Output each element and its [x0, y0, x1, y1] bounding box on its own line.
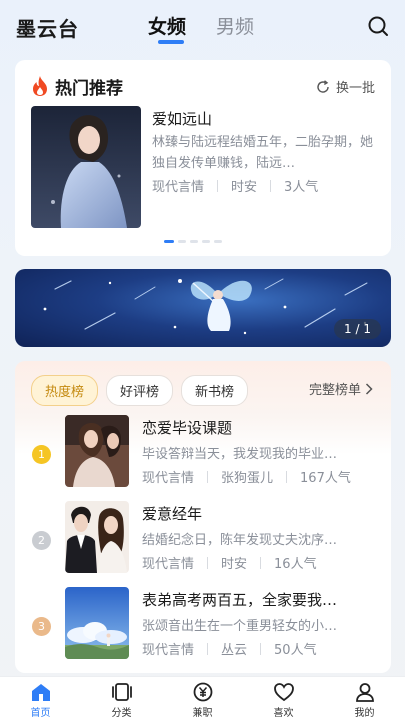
banner-page-counter: 1 / 1	[334, 319, 381, 339]
active-tab-indicator	[158, 40, 184, 44]
ranking-tabs: 热度榜 好评榜 新书榜	[31, 375, 249, 406]
full-ranking-label: 完整榜单	[308, 383, 361, 398]
book-genre: 现代言情	[142, 471, 195, 486]
meta-divider	[260, 642, 262, 655]
meta-divider	[207, 556, 209, 569]
book-desc: 毕设答辩当天，我发现我的毕业…	[142, 447, 338, 462]
carousel-dot	[164, 240, 174, 243]
nav-parttime[interactable]: 兼职	[162, 677, 243, 720]
search-icon	[368, 16, 388, 36]
hot-book-meta: 现代言情 时安 3人气	[152, 176, 318, 195]
book-author: 张狗蛋儿	[221, 471, 274, 486]
book-genre: 现代言情	[142, 557, 195, 572]
meta-divider	[260, 556, 262, 569]
book-genre: 现代言情	[152, 180, 205, 195]
nav-parttime-label: 兼职	[192, 708, 213, 719]
book-title: 表弟高考两百五，全家要我…	[142, 591, 338, 609]
banner-illustration	[43, 278, 368, 335]
book-popularity: 50人气	[274, 643, 317, 658]
ranking-card: 热度榜 好评榜 新书榜 完整榜单 1 恋爱毕设课题 毕设答辩当天，我发现我的毕业…	[15, 361, 391, 673]
refresh-button[interactable]: 换一批	[316, 77, 375, 96]
meta-divider	[286, 470, 288, 483]
carousel-indicator	[164, 240, 222, 243]
book-title: 恋爱毕设课题	[142, 419, 233, 437]
hot-recommend-card: 热门推荐 换一批 爱如远山 林臻与陆远程结婚五年，二胎孕期，她独自发传单赚钱，陆…	[15, 60, 391, 256]
nav-profile-label: 我的	[354, 708, 375, 719]
book-cover[interactable]	[65, 501, 129, 573]
carousel-dot	[202, 240, 210, 243]
tab-female[interactable]: 女频	[148, 12, 186, 39]
user-icon	[355, 683, 374, 702]
hot-book-title[interactable]: 爱如远山	[152, 108, 212, 129]
tab-hot-ranking[interactable]: 热度榜	[31, 375, 99, 406]
tab-male[interactable]: 男频	[216, 12, 254, 39]
book-meta: 现代言情 丛云 50人气	[142, 639, 317, 658]
book-meta: 现代言情 张狗蛋儿 167人气	[142, 467, 351, 486]
nav-favorites-label: 喜欢	[273, 708, 294, 719]
heart-icon	[273, 683, 294, 702]
book-title: 爱意经年	[142, 505, 203, 523]
book-desc: 结婚纪念日，陈年发现丈夫沈序…	[142, 533, 338, 548]
rank-number-badge: 2	[32, 531, 51, 550]
ranking-list-item[interactable]: 2 爱意经年 结婚纪念日，陈年发现丈夫沈序… 现代言情 时安 16人气	[15, 501, 391, 577]
book-cover[interactable]	[65, 415, 129, 487]
home-icon	[31, 684, 50, 701]
top-header: 墨云台 女频 男频	[0, 0, 405, 52]
book-genre: 现代言情	[142, 643, 195, 658]
book-popularity: 16人气	[274, 557, 317, 572]
hot-book-cover[interactable]	[31, 106, 141, 228]
refresh-label: 换一批	[335, 81, 375, 96]
nav-home[interactable]: 首页	[0, 677, 81, 720]
book-author: 丛云	[221, 643, 248, 658]
hot-title: 热门推荐	[55, 78, 123, 99]
search-button[interactable]	[367, 15, 389, 37]
nav-profile[interactable]: 我的	[324, 677, 405, 720]
bottom-nav-bar: 首页 分类 兼职 喜欢 我的	[0, 676, 405, 720]
book-meta: 现代言情 时安 16人气	[142, 553, 317, 572]
category-icon	[111, 683, 132, 701]
rank-number-badge: 3	[32, 617, 51, 636]
tab-rating-ranking[interactable]: 好评榜	[106, 375, 174, 406]
carousel-dot	[190, 240, 198, 243]
meta-divider	[207, 470, 209, 483]
book-desc: 张颂音出生在一个重男轻女的小…	[142, 619, 338, 634]
nav-favorites[interactable]: 喜欢	[243, 677, 324, 720]
tab-new-ranking[interactable]: 新书榜	[181, 375, 249, 406]
hot-book-desc: 林臻与陆远程结婚五年，二胎孕期，她独自发传单赚钱，陆远…	[152, 135, 374, 171]
promo-banner[interactable]: 1 / 1	[15, 269, 391, 347]
hot-header: 热门推荐	[31, 74, 123, 99]
ranking-list-item[interactable]: 1 恋爱毕设课题 毕设答辩当天，我发现我的毕业… 现代言情 张狗蛋儿 167人气	[15, 415, 391, 491]
nav-home-label: 首页	[30, 708, 51, 719]
yuan-icon	[193, 682, 212, 702]
meta-divider	[207, 642, 209, 655]
refresh-icon	[317, 79, 329, 93]
nav-category[interactable]: 分类	[81, 677, 162, 720]
book-cover[interactable]	[65, 587, 129, 659]
app-title: 墨云台	[16, 17, 79, 41]
book-popularity: 167人气	[300, 471, 351, 486]
book-popularity: 3人气	[284, 180, 319, 195]
fire-icon	[33, 76, 47, 96]
carousel-dot	[178, 240, 186, 243]
carousel-dot	[214, 240, 222, 243]
rank-number-badge: 1	[32, 445, 51, 464]
nav-category-label: 分类	[111, 708, 132, 719]
book-author: 时安	[231, 180, 258, 195]
book-author: 时安	[221, 557, 248, 572]
chevron-right-icon	[365, 382, 373, 395]
meta-divider	[217, 179, 219, 192]
full-ranking-link[interactable]: 完整榜单	[309, 379, 373, 398]
meta-divider	[270, 179, 272, 192]
ranking-list-item[interactable]: 3 表弟高考两百五，全家要我… 张颂音出生在一个重男轻女的小… 现代言情 丛云 …	[15, 587, 391, 663]
